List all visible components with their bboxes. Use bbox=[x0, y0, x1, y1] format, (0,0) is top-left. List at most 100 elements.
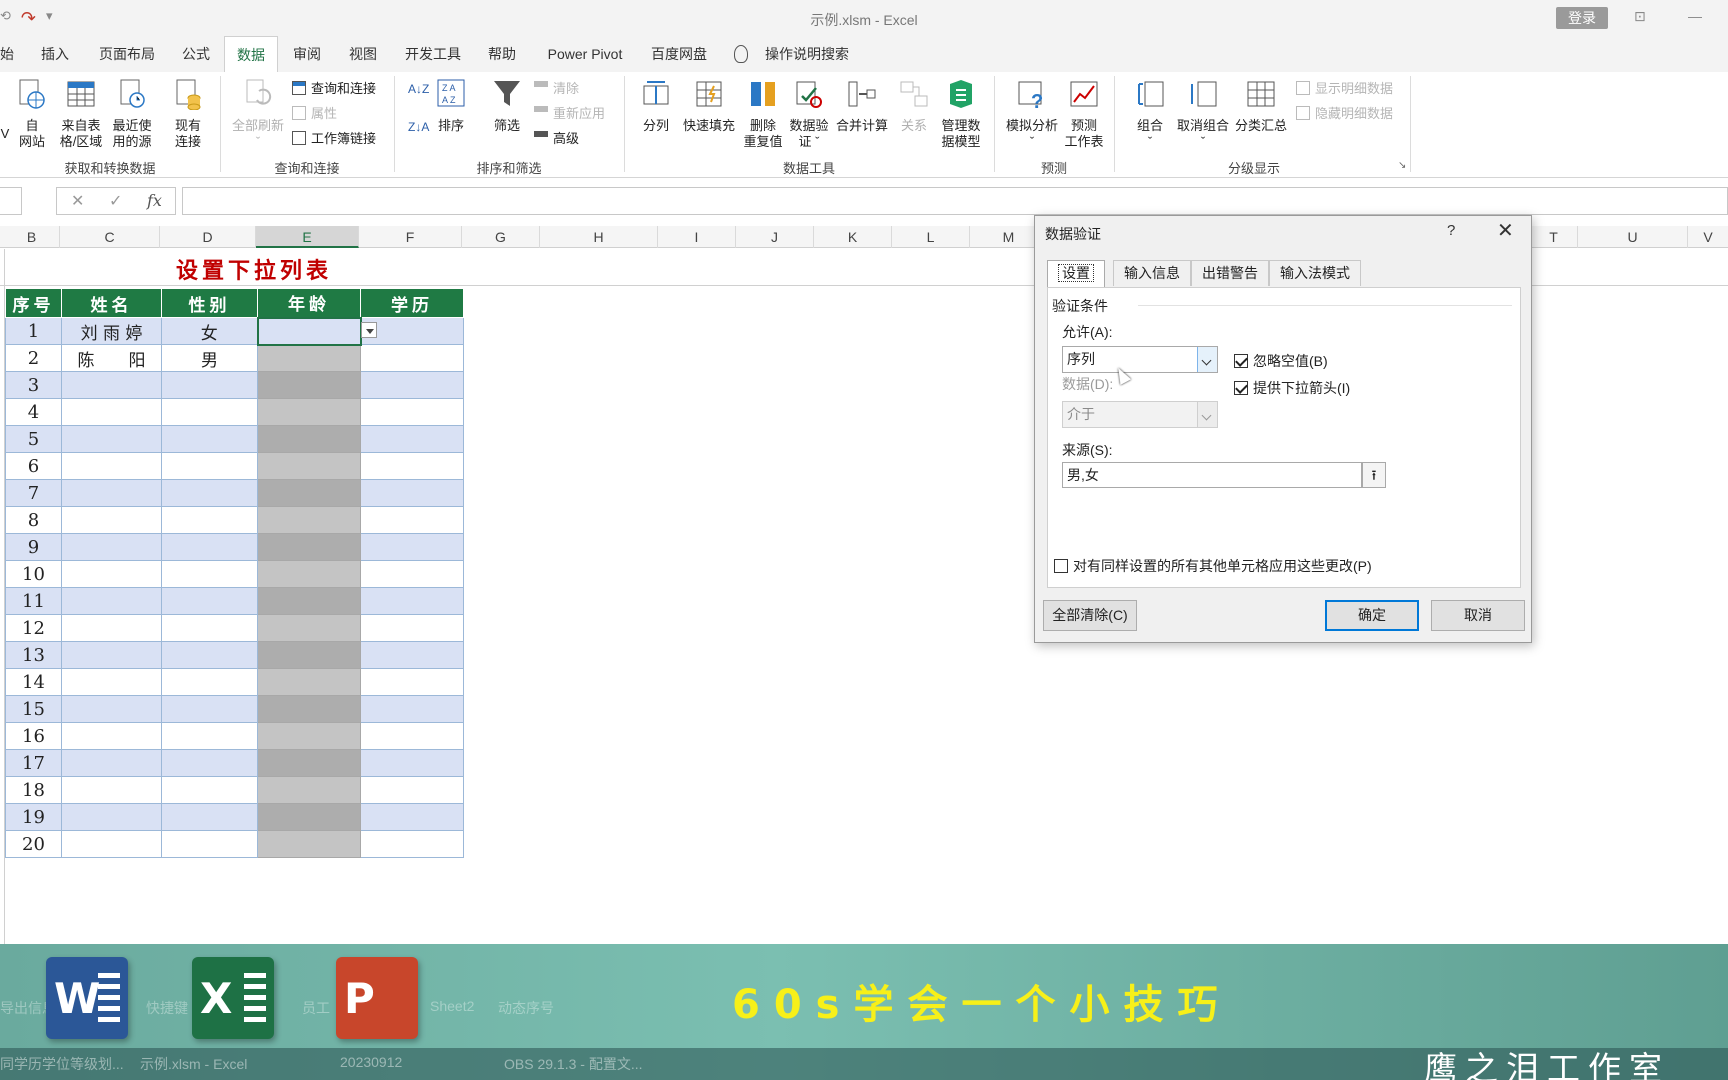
col-header-u[interactable]: U bbox=[1578, 226, 1688, 248]
cell-name[interactable] bbox=[61, 749, 162, 777]
data-validation-button[interactable]: 数据验 证 ˇ bbox=[788, 78, 830, 150]
cell-name[interactable] bbox=[61, 425, 162, 453]
what-if-analysis-button[interactable]: ? 模拟分析 ˇ bbox=[1002, 78, 1062, 150]
properties-button[interactable]: 属性 bbox=[292, 103, 337, 122]
cell-name[interactable] bbox=[61, 560, 162, 588]
insert-function-icon[interactable]: fx bbox=[147, 191, 162, 210]
cell-gender[interactable] bbox=[161, 506, 258, 534]
cell-index[interactable]: 9 bbox=[5, 533, 62, 561]
cell-gender[interactable]: 女 bbox=[161, 317, 258, 345]
refresh-all-button[interactable]: 全部刷新 ˇ bbox=[228, 78, 288, 150]
cell-education[interactable] bbox=[360, 776, 464, 804]
header-index[interactable]: 序号 bbox=[5, 288, 62, 318]
cell-name[interactable] bbox=[61, 803, 162, 831]
cell-gender[interactable] bbox=[161, 776, 258, 804]
name-box[interactable] bbox=[0, 187, 22, 215]
cell-education[interactable] bbox=[360, 614, 464, 642]
col-header-f[interactable]: F bbox=[359, 226, 462, 248]
tab-baidu-netdisk[interactable]: 百度网盘 bbox=[650, 36, 708, 72]
cancel-icon[interactable]: ✕ bbox=[71, 191, 84, 211]
cell-index[interactable]: 3 bbox=[5, 371, 62, 399]
tab-error-alert[interactable]: 出错警告 bbox=[1191, 260, 1269, 286]
cell-index[interactable]: 17 bbox=[5, 749, 62, 777]
cell-name[interactable] bbox=[61, 587, 162, 615]
cancel-button[interactable]: 取消 bbox=[1431, 600, 1525, 631]
flash-fill-button[interactable]: 快速填充 bbox=[680, 78, 738, 134]
cell-gender[interactable] bbox=[161, 560, 258, 588]
cell-name[interactable]: 陈 阳 bbox=[61, 344, 162, 372]
allow-select[interactable]: 序列 bbox=[1062, 346, 1218, 373]
cell-gender[interactable] bbox=[161, 398, 258, 426]
cell-education[interactable] bbox=[360, 668, 464, 696]
tab-input-message[interactable]: 输入信息 bbox=[1113, 260, 1191, 286]
cell-gender[interactable] bbox=[161, 803, 258, 831]
cell-education[interactable] bbox=[360, 344, 464, 372]
from-table-button[interactable]: 来自表 格/区域 bbox=[56, 78, 106, 150]
cell-index[interactable]: 8 bbox=[5, 506, 62, 534]
cell-name[interactable] bbox=[61, 776, 162, 804]
from-web-button[interactable]: 自 网站 bbox=[14, 78, 50, 150]
header-age[interactable]: 年龄 bbox=[257, 288, 361, 318]
cell-index[interactable]: 4 bbox=[5, 398, 62, 426]
cell-gender[interactable] bbox=[161, 695, 258, 723]
tab-ime-mode[interactable]: 输入法模式 bbox=[1269, 260, 1361, 286]
chevron-down-icon[interactable] bbox=[1197, 347, 1217, 372]
col-header-t[interactable]: T bbox=[1530, 226, 1578, 248]
col-header-k[interactable]: K bbox=[814, 226, 892, 248]
manage-data-model-button[interactable]: 管理数 据模型 bbox=[936, 78, 986, 150]
col-header-l[interactable]: L bbox=[892, 226, 970, 248]
tab-help[interactable]: 帮助 bbox=[486, 36, 518, 72]
cell-name[interactable] bbox=[61, 830, 162, 858]
taskbar-item[interactable]: 20230912 bbox=[340, 1054, 402, 1070]
cell-education[interactable] bbox=[360, 371, 464, 399]
cell-age[interactable] bbox=[257, 479, 361, 507]
text-to-columns-button[interactable]: 分列 bbox=[636, 78, 676, 134]
clear-filter-button[interactable]: 清除 bbox=[534, 78, 579, 97]
cell-age[interactable] bbox=[257, 668, 361, 696]
tab-settings[interactable]: 设置 bbox=[1047, 260, 1105, 288]
cell-age[interactable] bbox=[257, 830, 361, 858]
cell-gender[interactable] bbox=[161, 425, 258, 453]
cell-age[interactable] bbox=[257, 803, 361, 831]
col-header-v[interactable]: V bbox=[1688, 226, 1728, 248]
formula-input[interactable] bbox=[182, 187, 1728, 215]
reapply-button[interactable]: 重新应用 bbox=[534, 103, 605, 122]
cell-age[interactable] bbox=[257, 371, 361, 399]
col-header-h[interactable]: H bbox=[540, 226, 658, 248]
consolidate-button[interactable]: 合并计算 bbox=[834, 78, 890, 134]
col-header-b[interactable]: B bbox=[4, 226, 60, 248]
cell-index[interactable]: 7 bbox=[5, 479, 62, 507]
tab-review[interactable]: 审阅 bbox=[290, 36, 324, 72]
apply-all-checkbox[interactable]: 对有同样设置的所有其他单元格应用这些更改(P) bbox=[1054, 556, 1372, 576]
cell-gender[interactable] bbox=[161, 641, 258, 669]
workbook-links-button[interactable]: 工作簿链接 bbox=[292, 128, 376, 147]
cell-index[interactable]: 14 bbox=[5, 668, 62, 696]
sort-button[interactable]: Z A A Z 排序 bbox=[432, 78, 470, 134]
cell-index[interactable]: 12 bbox=[5, 614, 62, 642]
clear-all-button[interactable]: 全部清除(C) bbox=[1043, 600, 1137, 631]
cell-index[interactable]: 20 bbox=[5, 830, 62, 858]
dialog-launcher-icon[interactable]: ↘ bbox=[1398, 160, 1406, 171]
cell-index[interactable]: 16 bbox=[5, 722, 62, 750]
group-button[interactable]: 组合 ˇ bbox=[1124, 78, 1176, 150]
cell-gender[interactable] bbox=[161, 533, 258, 561]
subtotal-button[interactable]: 分类汇总 bbox=[1232, 78, 1290, 134]
cell-index[interactable]: 5 bbox=[5, 425, 62, 453]
cell-name[interactable]: 刘 雨 婷 bbox=[61, 317, 162, 345]
cell-name[interactable] bbox=[61, 668, 162, 696]
cell-education[interactable] bbox=[360, 722, 464, 750]
minimize-icon[interactable]: — bbox=[1688, 8, 1702, 24]
cell-education[interactable] bbox=[360, 452, 464, 480]
cell-age[interactable] bbox=[257, 749, 361, 777]
cell-age[interactable] bbox=[257, 452, 361, 480]
cell-education[interactable] bbox=[360, 425, 464, 453]
cell-education[interactable] bbox=[360, 506, 464, 534]
tab-insert[interactable]: 插入 bbox=[38, 36, 72, 72]
cell-education[interactable] bbox=[360, 695, 464, 723]
cell-name[interactable] bbox=[61, 506, 162, 534]
cell-education[interactable] bbox=[360, 641, 464, 669]
cell-age[interactable] bbox=[257, 506, 361, 534]
cell-name[interactable] bbox=[61, 533, 162, 561]
cell-index[interactable]: 19 bbox=[5, 803, 62, 831]
sort-desc-icon[interactable]: Z↓A bbox=[408, 120, 429, 134]
